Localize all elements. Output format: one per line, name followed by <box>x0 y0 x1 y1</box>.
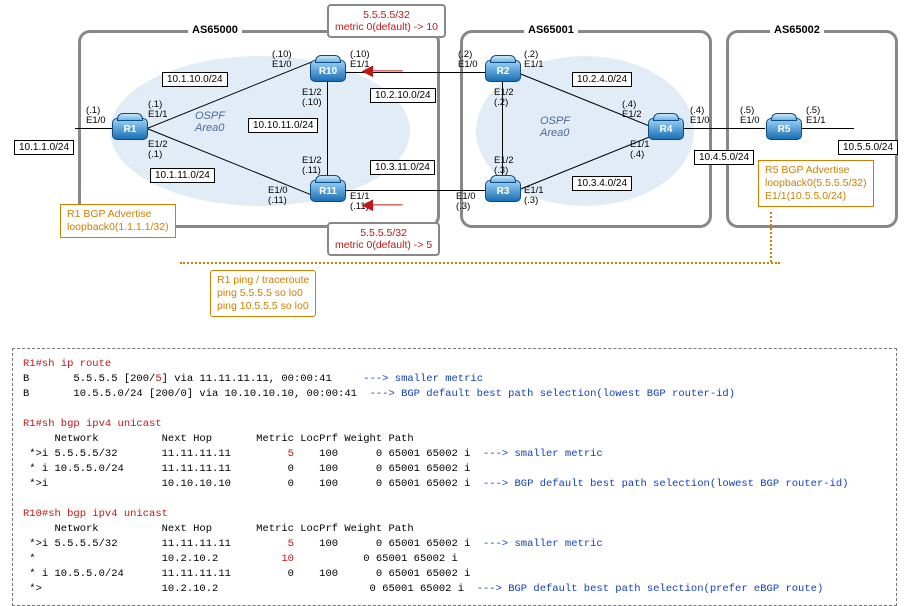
link <box>327 72 328 192</box>
link <box>680 128 765 129</box>
iface: (.1) E1/1 <box>148 100 168 120</box>
iface: (.4) E1/2 <box>622 100 642 120</box>
as65000-label: AS65000 <box>188 24 242 36</box>
as65002-label: AS65002 <box>770 24 824 36</box>
router-r10: R10 <box>310 60 346 82</box>
arrow-icon: ◀─── <box>362 62 403 79</box>
cli-line: *>i 5.5.5.5/32 11.11.11.11 5 100 0 65001… <box>23 538 603 550</box>
ping-box: R1 ping / traceroute ping 5.5.5.5 so lo0… <box>210 270 316 317</box>
router-r3: R3 <box>485 180 521 202</box>
net-label: 10.3.11.0/24 <box>370 160 435 175</box>
iface: E1/2 (.11) <box>302 156 322 176</box>
network-diagram: AS65000 AS65001 AS65002 OSPF Area0 OSPF … <box>0 0 909 340</box>
arrow-icon: ◀─── <box>362 196 403 213</box>
cli-header: Network Next Hop Metric LocPrf Weight Pa… <box>23 433 414 445</box>
iface: E1/2 (.1) <box>148 140 168 160</box>
iface: (.2) E1/0 <box>458 50 478 70</box>
net-label: 10.4.5.0/24 <box>694 150 754 165</box>
cli-line: * i 10.5.5.0/24 11.11.11.11 0 100 0 6500… <box>23 463 470 475</box>
as65001-label: AS65001 <box>524 24 578 36</box>
iface: (.1) E1/0 <box>86 106 106 126</box>
iface: (.2) E1/1 <box>524 50 544 70</box>
iface: E1/2 (.10) <box>302 88 322 108</box>
cli-output: R1#sh ip route B 5.5.5.5 [200/5] via 11.… <box>12 348 897 606</box>
r5-advertise: R5 BGP Advertise loopback0(5.5.5.5/32) E… <box>758 160 874 207</box>
metric-bot: 5.5.5.5/32 metric 0(default) -> 5 <box>327 222 440 256</box>
cli-line: * i 10.5.5.0/24 11.11.11.11 0 100 0 6500… <box>23 568 470 580</box>
iface: E1/2 (.2) <box>494 88 514 108</box>
iface: (.5) E1/1 <box>806 106 826 126</box>
iface: E1/2 (.3) <box>494 156 514 176</box>
dotted-arrow <box>770 212 772 262</box>
net-label: 10.1.10.0/24 <box>162 72 228 87</box>
cli-line: B 5.5.5.5 [200/5] via 11.11.11.11, 00:00… <box>23 373 483 385</box>
net-label: 10.5.5.0/24 <box>838 140 898 155</box>
router-r11: R11 <box>310 180 346 202</box>
metric-top: 5.5.5.5/32 metric 0(default) -> 10 <box>327 4 446 38</box>
router-r1: R1 <box>112 118 148 140</box>
iface: (.10) E1/0 <box>272 50 292 70</box>
router-r5: R5 <box>766 118 802 140</box>
router-r2: R2 <box>485 60 521 82</box>
net-label: 10.1.1.0/24 <box>14 140 74 155</box>
net-label: 10.2.10.0/24 <box>370 88 436 103</box>
cli-line: * 10.2.10.2 10 0 65001 65002 i <box>23 553 458 565</box>
net-label: 10.2.4.0/24 <box>572 72 632 87</box>
cli-line: R1#sh bgp ipv4 unicast <box>23 418 162 430</box>
cli-line: *>i 5.5.5.5/32 11.11.11.11 5 100 0 65001… <box>23 448 603 460</box>
cli-header: Network Next Hop Metric LocPrf Weight Pa… <box>23 523 414 535</box>
r1-advertise: R1 BGP Advertise loopback0(1.1.1.1/32) <box>60 204 176 238</box>
ospf-label-a: OSPF Area0 <box>195 110 225 134</box>
cli-line: R10#sh bgp ipv4 unicast <box>23 508 168 520</box>
router-r4: R4 <box>648 118 684 140</box>
link <box>800 128 854 129</box>
net-label: 10.10.11.0/24 <box>248 118 318 133</box>
link <box>333 72 493 73</box>
iface: E1/1 (.4) <box>630 140 650 160</box>
cli-line: B 10.5.5.0/24 [200/0] via 10.10.10.10, 0… <box>23 388 735 400</box>
dotted-arrow <box>180 262 780 264</box>
net-label: 10.3.4.0/24 <box>572 176 632 191</box>
iface: (.4) E1/0 <box>690 106 710 126</box>
iface: (.5) E1/0 <box>740 106 760 126</box>
cli-line: *> 10.2.10.2 0 65001 65002 i ---> BGP de… <box>23 583 823 595</box>
ospf-label-b: OSPF Area0 <box>540 115 570 139</box>
net-label: 10.1.11.0/24 <box>150 168 215 183</box>
iface: E1/0 (.11) <box>268 186 288 206</box>
cli-line: R1#sh ip route <box>23 358 111 370</box>
iface: E1/1 (.3) <box>524 186 544 206</box>
cli-line: *>i 10.10.10.10 0 100 0 65001 65002 i --… <box>23 478 848 490</box>
iface: E1/0 (.3) <box>456 192 476 212</box>
